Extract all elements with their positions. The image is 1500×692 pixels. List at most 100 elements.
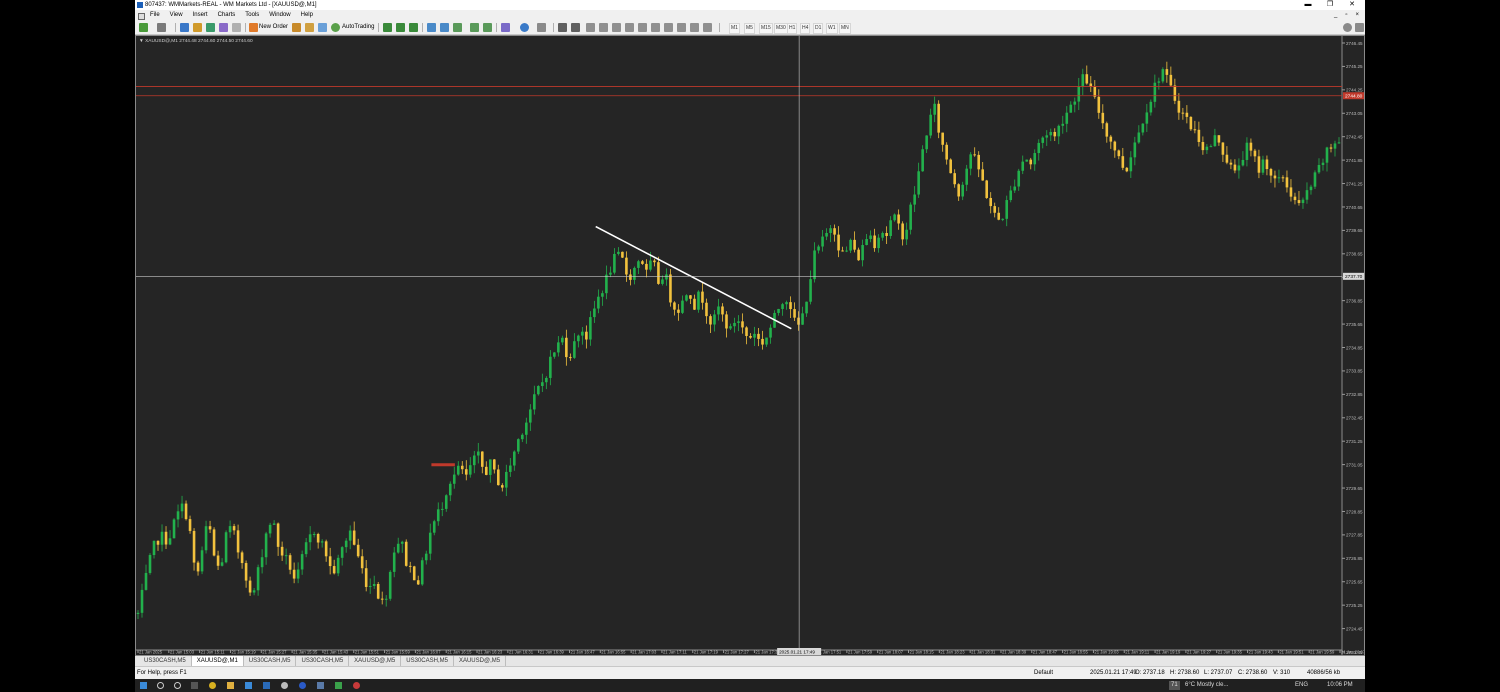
timeframe-w1[interactable]: W1 xyxy=(826,23,838,34)
candle-body xyxy=(977,154,980,170)
menu-file[interactable]: File xyxy=(145,10,165,21)
candle-body xyxy=(340,547,344,558)
trendline-icon[interactable] xyxy=(612,23,621,32)
indicators-icon[interactable] xyxy=(501,23,510,32)
tab-us30cash-m5-3[interactable]: US30CASH,M5 xyxy=(296,656,350,666)
navigator-icon[interactable] xyxy=(206,23,215,32)
timeframe-m1[interactable]: M1 xyxy=(729,23,740,34)
menu-tools[interactable]: Tools xyxy=(240,10,264,21)
start-icon[interactable] xyxy=(140,682,147,689)
close-button[interactable]: ✕ xyxy=(1341,0,1363,10)
tab-us30cash-m5-2[interactable]: US30CASH,M5 xyxy=(244,656,297,666)
menu-insert[interactable]: Insert xyxy=(188,10,213,21)
menu-charts[interactable]: Charts xyxy=(213,10,241,21)
candle-body xyxy=(509,465,512,472)
chart-shift-icon[interactable] xyxy=(483,23,492,32)
new-order-icon[interactable] xyxy=(249,23,258,32)
autotrading-icon[interactable] xyxy=(331,23,340,32)
text-label-icon[interactable] xyxy=(664,23,673,32)
arrow-down-icon[interactable] xyxy=(703,23,712,32)
tab-xauusd-m1[interactable]: XAUUSD@,M1 xyxy=(191,656,244,666)
menu-view[interactable]: View xyxy=(165,10,188,21)
chart-window[interactable]: 2746.45 2745.25 2744.25 2743.05 2742.45 2741.… xyxy=(135,35,1365,656)
toolbar: New Order AutoTrading M1 M5 M15 M30 H1 H… xyxy=(135,21,1365,35)
new-chart-icon[interactable] xyxy=(139,23,148,32)
candle-body xyxy=(1041,137,1045,143)
signals-icon[interactable] xyxy=(305,23,314,32)
maximize-button[interactable]: ❐ xyxy=(1319,0,1341,10)
cortana-icon[interactable] xyxy=(174,682,181,689)
candle-body xyxy=(825,232,828,237)
app-icon[interactable] xyxy=(281,682,288,689)
recorder-icon[interactable] xyxy=(353,682,360,689)
tab-us30cash-m5-4[interactable]: US30CASH,M5 xyxy=(401,656,454,666)
metaeditor-icon[interactable] xyxy=(292,23,301,32)
zoom-out-icon[interactable] xyxy=(440,23,449,32)
line-chart-icon[interactable] xyxy=(409,23,418,32)
search-taskbar-icon[interactable] xyxy=(157,682,164,689)
new-order-button[interactable]: New Order xyxy=(259,21,288,34)
menu-window[interactable]: Window xyxy=(264,10,295,21)
candlesticks-icon[interactable] xyxy=(396,23,405,32)
equidistant-channel-icon[interactable] xyxy=(625,23,634,32)
chart-minimize-button[interactable]: _ xyxy=(1334,10,1337,21)
tile-windows-icon[interactable] xyxy=(453,23,462,32)
candle-body xyxy=(625,257,628,275)
weather-widget[interactable]: 6°C Mostly cle... xyxy=(1185,679,1228,692)
tab-us30cash-m5-1[interactable]: US30CASH,M5 xyxy=(139,656,192,666)
zoom-in-icon[interactable] xyxy=(427,23,436,32)
candle-body xyxy=(412,566,416,581)
price-chart[interactable]: 2746.45 2745.25 2744.25 2743.05 2742.45 2741.… xyxy=(136,36,1364,655)
timeframe-m5[interactable]: M5 xyxy=(744,23,755,34)
timeframe-m15[interactable]: M15 xyxy=(759,23,773,34)
text-icon[interactable] xyxy=(651,23,660,32)
terminal-icon[interactable] xyxy=(219,23,228,32)
tab-xauusd-m5-2[interactable]: XAUUSD@,M5 xyxy=(454,656,507,666)
excel-icon[interactable] xyxy=(335,682,342,689)
y-tick-label: 2732.85 xyxy=(1346,392,1363,397)
timeframe-h4[interactable]: H4 xyxy=(800,23,811,34)
store-icon[interactable] xyxy=(263,682,270,689)
auto-scroll-icon[interactable] xyxy=(470,23,479,32)
market-icon[interactable] xyxy=(318,23,327,32)
search-icon[interactable] xyxy=(1343,23,1352,32)
vertical-line-icon[interactable] xyxy=(586,23,595,32)
timeframe-h1[interactable]: H1 xyxy=(787,23,798,34)
cursor-icon[interactable] xyxy=(558,23,567,32)
minimize-button[interactable]: ▬ xyxy=(1297,0,1319,10)
tab-xauusd-m5-1[interactable]: XAUUSD@,M5 xyxy=(349,656,402,666)
candle-body xyxy=(1221,142,1225,155)
edge-icon[interactable] xyxy=(299,682,306,689)
chart-window-icon[interactable] xyxy=(135,10,145,21)
fibonacci-icon[interactable] xyxy=(638,23,647,32)
task-view-icon[interactable] xyxy=(191,682,198,689)
templates-icon[interactable] xyxy=(537,23,546,32)
timeframe-m30[interactable]: M30 xyxy=(774,23,788,34)
chart-close-button[interactable]: × xyxy=(1355,10,1359,21)
language-indicator[interactable]: ENG xyxy=(1295,679,1308,692)
timeframe-mn[interactable]: MN xyxy=(839,23,851,34)
data-window-icon[interactable] xyxy=(193,23,202,32)
chrome-icon[interactable] xyxy=(209,682,216,689)
crosshair-icon[interactable] xyxy=(571,23,580,32)
market-watch-icon[interactable] xyxy=(180,23,189,32)
clock[interactable]: 10:06 PM xyxy=(1327,679,1353,692)
file-explorer-icon[interactable] xyxy=(227,682,234,689)
arrows-icon[interactable] xyxy=(677,23,686,32)
candle-body xyxy=(1097,96,1101,113)
strategy-tester-icon[interactable] xyxy=(232,23,241,32)
profiles-icon[interactable] xyxy=(157,23,166,32)
chat-icon[interactable] xyxy=(1355,23,1364,32)
chart-restore-button[interactable]: ▫ xyxy=(1345,10,1347,21)
candle-body xyxy=(869,235,872,240)
mail-icon[interactable] xyxy=(245,682,252,689)
horizontal-line-icon[interactable] xyxy=(599,23,608,32)
periods-icon[interactable] xyxy=(520,23,529,32)
menu-help[interactable]: Help xyxy=(296,10,318,21)
candle-body xyxy=(1261,159,1265,173)
metatrader-icon[interactable] xyxy=(317,682,324,689)
bar-chart-icon[interactable] xyxy=(383,23,392,32)
shapes-icon[interactable] xyxy=(690,23,699,32)
timeframe-d1[interactable]: D1 xyxy=(813,23,824,34)
autotrading-button[interactable]: AutoTrading xyxy=(342,21,374,34)
